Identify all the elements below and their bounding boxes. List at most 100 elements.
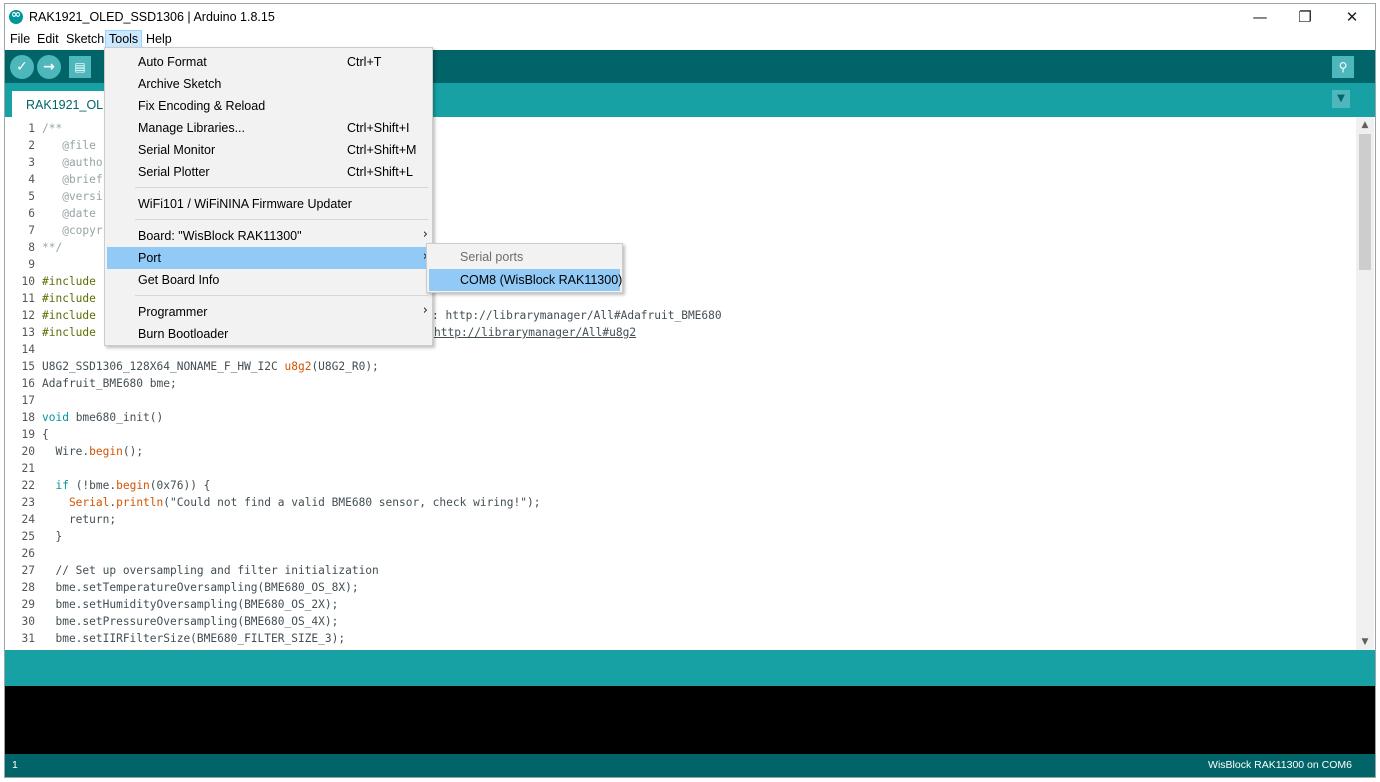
code-text: bme.setPressureOversampling(BME680_OS_4X… <box>42 615 339 628</box>
menu-separator <box>135 219 428 220</box>
scrollbar-thumb[interactable] <box>1359 134 1371 270</box>
menu-file[interactable]: File <box>6 30 34 49</box>
code-text: bme680_init() <box>68 411 164 424</box>
code-text: bme.setIIRFilterSize(BME680_FILTER_SIZE_… <box>42 632 346 645</box>
minimize-button[interactable]: — <box>1237 4 1283 31</box>
line-number: 15 <box>21 360 35 373</box>
port-submenu: Serial ports COM8 (WisBlock RAK11300) <box>426 243 623 293</box>
code-line: 19 { <box>5 426 49 443</box>
code-url[interactable]: http://librarymanager/All#u8g2 <box>434 324 636 341</box>
line-number: 9 <box>28 258 35 271</box>
menu-item-get-board-info[interactable]: Get Board Info <box>107 269 430 291</box>
line-number: 16 <box>21 377 35 390</box>
line-number: 2 <box>28 139 35 152</box>
menu-item-label: Serial Monitor <box>138 143 216 157</box>
code-text: #include <box>42 292 96 305</box>
line-number: 5 <box>28 190 35 203</box>
code-line: 16 Adafruit_BME680 bme; <box>5 375 177 392</box>
code-text: @copyr <box>42 224 103 237</box>
line-number: 20 <box>21 445 35 458</box>
line-number: 3 <box>28 156 35 169</box>
menu-item-shortcut: Ctrl+Shift+I <box>347 121 410 135</box>
code-text: Wire. <box>42 445 90 458</box>
line-number: 22 <box>21 479 35 492</box>
close-button[interactable]: ✕ <box>1329 4 1375 31</box>
menu-item-archive-sketch[interactable]: Archive Sketch <box>107 73 430 95</box>
menu-item-programmer[interactable]: Programmer › <box>107 301 430 323</box>
menu-item-auto-format[interactable]: Auto Format Ctrl+T <box>107 51 430 73</box>
code-line: 24 return; <box>5 511 117 528</box>
menu-item-serial-monitor[interactable]: Serial Monitor Ctrl+Shift+M <box>107 139 430 161</box>
code-line: 7 @copyr <box>5 222 102 239</box>
menu-item-port[interactable]: Port› <box>107 247 430 269</box>
code-text: bme.setTemperatureOversampling(BME680_OS… <box>42 581 359 594</box>
menu-item-label: Port <box>138 251 161 265</box>
code-text: (U8G2_R0); <box>311 360 379 373</box>
line-number: 21 <box>21 462 35 475</box>
code-text: **/ <box>42 241 63 254</box>
code-text: #include <box>42 309 96 322</box>
code-url[interactable]: : http://librarymanager/All#Adafruit_BME… <box>432 307 722 324</box>
code-line: 28 bme.setTemperatureOversampling(BME680… <box>5 579 359 596</box>
console-output[interactable] <box>5 686 1375 754</box>
code-line: 3 @autho <box>5 154 102 171</box>
line-number: 8 <box>28 241 35 254</box>
code-line: 30 bme.setPressureOversampling(BME680_OS… <box>5 613 339 630</box>
code-line: 18 void bme680_init() <box>5 409 164 426</box>
code-text: return; <box>42 513 117 526</box>
tab-sketch[interactable]: RAK1921_OLED_SSD1306 <box>12 91 112 117</box>
line-number: 26 <box>21 547 35 560</box>
menu-item-label: Get Board Info <box>138 273 220 287</box>
line-number: 13 <box>21 326 35 339</box>
menu-item-burn-bootloader[interactable]: Burn Bootloader <box>107 323 430 345</box>
code-line: 12 #include : http://librarymanager/All#Ad… <box>5 307 722 324</box>
restore-button[interactable]: ❐ <box>1282 4 1328 31</box>
menu-item-serial-plotter[interactable]: Serial Plotter Ctrl+Shift+L <box>107 161 430 183</box>
menu-sketch[interactable]: Sketch <box>62 30 108 49</box>
code-text: /** <box>42 122 63 135</box>
scroll-up-icon[interactable]: ▲ <box>1356 117 1374 133</box>
code-text: if <box>42 479 69 492</box>
tab-menu-chevron-down-icon[interactable]: ▼ <box>1332 90 1350 108</box>
code-text: Adafruit_BME680 bme; <box>42 377 177 390</box>
line-number: 12 <box>21 309 35 322</box>
code-text: @autho <box>42 156 103 169</box>
code-line: 31 bme.setIIRFilterSize(BME680_FILTER_SI… <box>5 630 346 647</box>
line-number: 14 <box>21 343 35 356</box>
line-number: 7 <box>28 224 35 237</box>
code-line: 22 if (!bme.begin(0x76)) { <box>5 477 211 494</box>
menu-item-label: Manage Libraries... <box>138 121 246 135</box>
upload-icon[interactable]: → <box>37 55 61 79</box>
code-text: begin <box>89 445 123 458</box>
code-line: 6 @date <box>5 205 96 222</box>
serial-monitor-icon[interactable]: ⚲ <box>1332 56 1354 78</box>
code-text: @date <box>42 207 96 220</box>
line-number: 19 <box>21 428 35 441</box>
code-text: void <box>42 411 69 424</box>
menu-item-shortcut: Ctrl+Shift+M <box>347 143 417 157</box>
menu-separator <box>135 295 428 296</box>
code-line: 5 @versi <box>5 188 102 205</box>
code-text: U8G2_SSD1306_128X64_NONAME_F_HW_I2C <box>42 360 285 373</box>
code-line: 29 bme.setHumidityOversampling(BME680_OS… <box>5 596 339 613</box>
vertical-scrollbar[interactable]: ▲ ▼ <box>1356 117 1374 650</box>
menu-item-board[interactable]: Board: "WisBlock RAK11300" › <box>107 225 430 247</box>
menu-item-fix-encoding[interactable]: Fix Encoding & Reload <box>107 95 430 117</box>
menu-item-firmware-updater[interactable]: WiFi101 / WiFiNINA Firmware Updater <box>107 193 430 215</box>
code-text: @brief <box>42 173 103 186</box>
scroll-down-icon[interactable]: ▼ <box>1356 634 1374 650</box>
port-option-com8[interactable]: COM8 (WisBlock RAK11300) <box>429 269 622 291</box>
code-text: (0x76)) { <box>149 479 211 492</box>
menu-item-label: Serial Plotter <box>138 165 210 179</box>
new-icon[interactable]: ▤ <box>69 56 91 78</box>
menu-item-manage-libraries[interactable]: Manage Libraries... Ctrl+Shift+I <box>107 117 430 139</box>
line-number: 11 <box>21 292 35 305</box>
line-number: 4 <box>28 173 35 186</box>
code-text: @file <box>42 139 96 152</box>
menu-separator <box>135 187 428 188</box>
menu-edit[interactable]: Edit <box>33 30 63 49</box>
board-port-status: WisBlock RAK11300 on COM6 <box>1208 759 1352 771</box>
code-text: #include <box>42 326 96 339</box>
line-number: 31 <box>21 632 35 645</box>
verify-icon[interactable]: ✓ <box>10 55 34 79</box>
